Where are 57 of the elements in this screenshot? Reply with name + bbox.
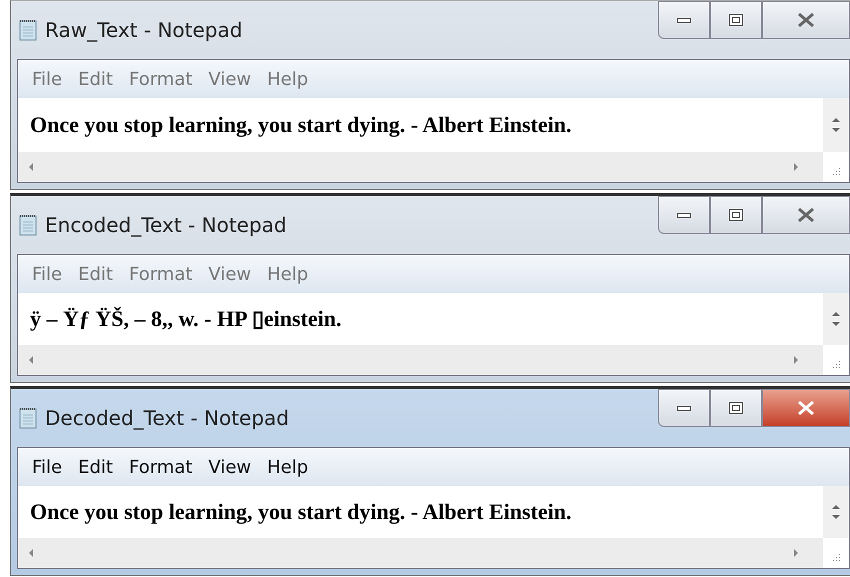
menu-item[interactable]: Help xyxy=(263,264,320,284)
text-content: Once you stop learning, you start dying. - Albert Einstein. xyxy=(29,112,572,138)
vertical-scrollbar[interactable] xyxy=(823,293,849,345)
menu-item[interactable]: Help xyxy=(263,68,320,90)
close-button[interactable] xyxy=(762,389,850,427)
maximize-icon xyxy=(729,14,743,26)
menu-item[interactable]: View xyxy=(204,264,264,284)
text-content: Once you stop learning, you start dying. - Albert Einstein. xyxy=(29,499,572,525)
menu-item[interactable]: Edit xyxy=(74,456,125,478)
window-title: Raw_Text - Notepad xyxy=(45,18,242,42)
menu-item[interactable]: Edit xyxy=(74,264,125,284)
menu-item[interactable]: Edit xyxy=(74,68,125,90)
menu-item[interactable]: File xyxy=(28,456,74,478)
vertical-scrollbar[interactable] xyxy=(823,486,849,538)
minimize-button[interactable] xyxy=(658,196,710,234)
resize-grip-icon xyxy=(831,166,841,176)
close-button[interactable] xyxy=(762,196,850,234)
menu-item[interactable]: File xyxy=(28,68,74,90)
resize-grip-icon xyxy=(831,359,841,369)
minimize-button[interactable] xyxy=(658,1,710,39)
minimize-icon xyxy=(677,404,691,412)
horizontal-scrollbar[interactable] xyxy=(18,538,823,568)
close-icon xyxy=(797,13,815,27)
menu-item[interactable]: View xyxy=(204,456,264,478)
window-title: Encoded_Text - Notepad xyxy=(45,213,287,237)
menu-item[interactable]: File xyxy=(28,264,74,284)
scroll-left-icon xyxy=(28,355,34,365)
maximize-icon xyxy=(729,209,743,221)
maximize-icon xyxy=(729,402,743,414)
scroll-left-icon xyxy=(28,548,34,558)
maximize-button[interactable] xyxy=(710,1,762,39)
scroll-right-icon xyxy=(793,355,799,365)
close-icon xyxy=(797,208,815,222)
resize-grip-icon xyxy=(831,552,841,562)
scroll-right-icon xyxy=(793,162,799,172)
vertical-scrollbar[interactable] xyxy=(823,98,849,152)
horizontal-scrollbar[interactable] xyxy=(18,345,823,375)
scroll-left-icon xyxy=(28,162,34,172)
window-title: Decoded_Text - Notepad xyxy=(45,406,290,430)
minimize-button[interactable] xyxy=(658,389,710,427)
close-button[interactable] xyxy=(762,1,850,39)
menu-item[interactable]: Format xyxy=(124,68,204,90)
maximize-button[interactable] xyxy=(710,389,762,427)
menu-item[interactable]: Help xyxy=(263,456,320,478)
text-content: ÿ – Ÿƒ ŸŠ, – 8,, w. - HP ▯einstein. xyxy=(29,306,342,332)
notepad-icon xyxy=(19,407,37,429)
scroll-right-icon xyxy=(793,548,799,558)
menu-item[interactable]: Format xyxy=(124,456,204,478)
maximize-button[interactable] xyxy=(710,196,762,234)
horizontal-scrollbar[interactable] xyxy=(18,152,823,182)
menu-item[interactable]: View xyxy=(204,68,264,90)
minimize-icon xyxy=(677,211,691,219)
notepad-icon xyxy=(19,19,37,41)
notepad-icon xyxy=(19,214,37,236)
menu-item[interactable]: Format xyxy=(124,264,204,284)
minimize-icon xyxy=(677,16,691,24)
close-icon xyxy=(797,401,815,415)
